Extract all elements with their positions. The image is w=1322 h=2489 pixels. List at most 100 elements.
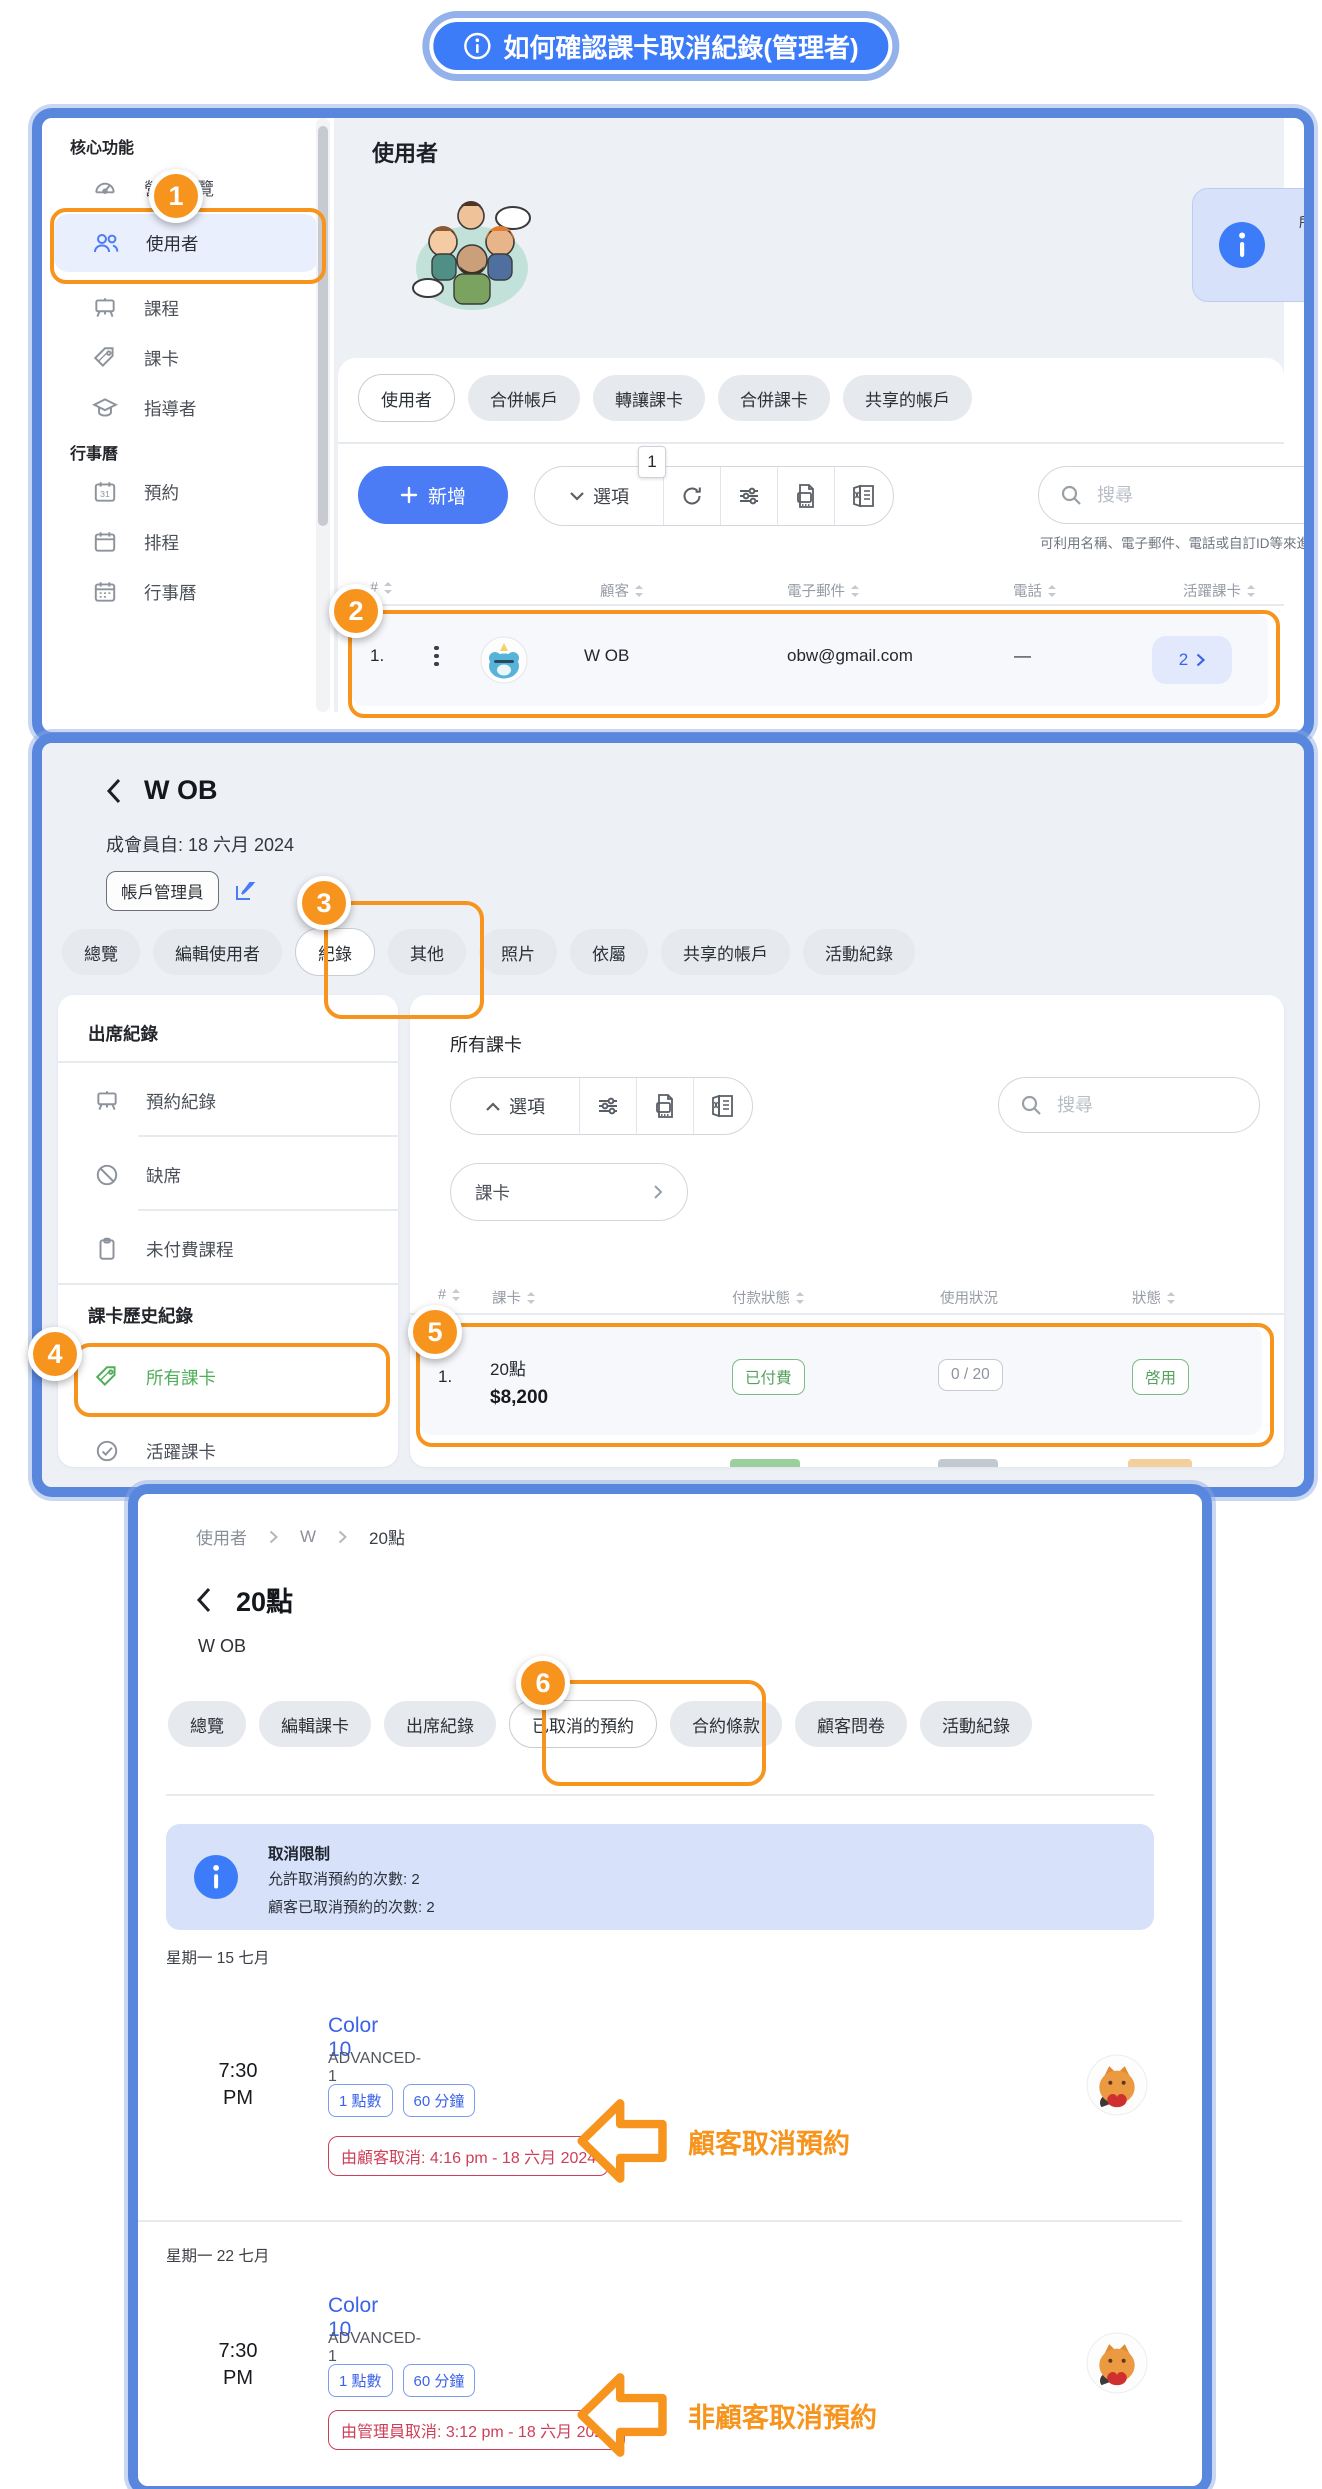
tab-transfer-passes[interactable]: 轉讓課卡 <box>593 375 705 421</box>
sidebar-item-passes[interactable]: 課卡 <box>92 336 179 380</box>
menu-item-booking-records[interactable]: 預約紀錄 <box>94 1079 216 1123</box>
divider <box>138 2220 1182 2222</box>
info-icon <box>463 32 491 60</box>
calendar-31-icon: 31 <box>92 479 118 505</box>
infobox-line1: 允許取消預約的次數: 2 <box>268 1868 420 1889</box>
add-button-label: 新增 <box>428 482 466 509</box>
tab-dependents[interactable]: 依屬 <box>570 929 648 975</box>
sidebar-item-calendar[interactable]: 行事曆 <box>92 570 197 614</box>
divider <box>138 1135 398 1137</box>
tab-shared-accounts[interactable]: 共享的帳戶 <box>843 375 972 421</box>
edit-icon[interactable] <box>233 879 257 903</box>
col-header-customer[interactable]: 顧客 <box>600 580 644 601</box>
tab-attendance-records[interactable]: 出席紀錄 <box>384 1701 496 1747</box>
tab-merge-accounts[interactable]: 合併帳戶 <box>468 375 580 421</box>
tab-customer-survey[interactable]: 顧客問卷 <box>795 1701 907 1747</box>
sidebar-item-schedule[interactable]: 排程 <box>92 520 179 564</box>
sidebar-item-label: 課程 <box>144 296 179 321</box>
divider <box>338 442 1284 444</box>
file-excel-icon <box>851 483 877 509</box>
col-header-payment[interactable]: 付款狀態 <box>732 1287 805 1308</box>
svg-text:31: 31 <box>100 489 110 499</box>
col-header-status[interactable]: 狀態 <box>1132 1287 1176 1308</box>
options-button[interactable]: 選項 <box>451 1078 580 1134</box>
sidebar-item-bookings[interactable]: 31 預約 <box>92 470 179 514</box>
info-icon <box>194 1855 238 1899</box>
tab-overview[interactable]: 總覽 <box>62 929 140 975</box>
annotation-arrow-left-icon <box>576 2368 670 2462</box>
passes-search-bar <box>998 1077 1260 1133</box>
menu-item-label: 預約紀錄 <box>146 1089 216 1114</box>
cancel-note-badge: 由顧客取消: 4:16 pm - 18 六月 2024 <box>328 2136 609 2176</box>
tab-users[interactable]: 使用者 <box>358 374 455 422</box>
sort-icon <box>526 1291 536 1305</box>
booking-chips: 1 點數 60 分鐘 <box>328 2084 475 2117</box>
passes-search-input[interactable] <box>1055 1094 1239 1117</box>
back-icon[interactable] <box>106 778 122 804</box>
section-attendance: 出席紀錄 <box>88 1021 158 1046</box>
pass-filter-label: 課卡 <box>475 1180 510 1205</box>
page-title: 使用者 <box>372 136 438 168</box>
chevron-right-icon <box>269 1530 278 1544</box>
points-chip: 1 點數 <box>328 2364 393 2397</box>
tab-merge-passes[interactable]: 合併課卡 <box>718 375 830 421</box>
callout-step-3: 3 <box>297 876 351 930</box>
back-icon[interactable] <box>196 1587 212 1613</box>
col-header-pass[interactable]: 課卡 <box>492 1287 536 1308</box>
col-header-usage[interactable]: 使用狀況 <box>940 1287 998 1308</box>
filter-button[interactable] <box>580 1078 637 1134</box>
stat-all-users-label: 所有使用者 <box>1299 211 1304 231</box>
breadcrumb-pass: 20點 <box>369 1524 405 1549</box>
tab-overview[interactable]: 總覽 <box>168 1701 246 1747</box>
tab-edit-user[interactable]: 編輯使用者 <box>153 929 282 975</box>
sort-icon <box>634 584 644 598</box>
chevron-up-icon <box>485 1101 501 1112</box>
refresh-button[interactable] <box>664 467 721 525</box>
users-stats-card: 所有使用者 63 顧客 54 <box>1192 188 1304 302</box>
callout-step-6: 6 <box>516 1656 570 1710</box>
breadcrumb-users[interactable]: 使用者 <box>196 1524 247 1549</box>
search-input[interactable] <box>1095 484 1304 507</box>
sidebar-item-classes[interactable]: 課程 <box>92 286 179 330</box>
col-header-email[interactable]: 電子郵件 <box>787 580 860 601</box>
file-csv-icon <box>653 1093 677 1119</box>
pass-owner: W OB <box>198 1636 246 1657</box>
menu-item-absences[interactable]: 缺席 <box>94 1153 181 1197</box>
divider <box>58 1061 398 1063</box>
tab-shared-accounts[interactable]: 共享的帳戶 <box>661 929 790 975</box>
filter-button[interactable] <box>721 467 778 525</box>
col-header-active-passes[interactable]: 活躍課卡 <box>1183 580 1256 601</box>
sidebar-item-label: 課卡 <box>144 346 179 371</box>
sort-icon <box>451 1288 461 1302</box>
sort-icon <box>1047 584 1057 598</box>
breadcrumb: 使用者 W 20點 <box>196 1524 405 1549</box>
menu-item-active-passes[interactable]: 活躍課卡 <box>94 1429 216 1467</box>
sliders-icon <box>596 1094 620 1118</box>
export-csv-button[interactable] <box>637 1078 694 1134</box>
menu-item-unpaid-classes[interactable]: 未付費課程 <box>94 1227 234 1271</box>
menu-item-label: 缺席 <box>146 1163 181 1188</box>
booking-date-header: 星期一 22 七月 <box>166 2244 269 2266</box>
tab-activity-log[interactable]: 活動紀錄 <box>920 1701 1032 1747</box>
next-row-badge-fragment <box>1128 1459 1192 1467</box>
role-badge: 帳戶管理員 <box>106 871 219 911</box>
sidebar-scrollbar-thumb[interactable] <box>318 126 328 526</box>
col-header-phone[interactable]: 電話 <box>1013 580 1057 601</box>
pass-filter-chip[interactable]: 課卡 <box>450 1163 688 1221</box>
tab-photos[interactable]: 照片 <box>479 929 557 975</box>
breadcrumb-user[interactable]: W <box>300 1527 316 1547</box>
export-csv-button[interactable] <box>778 467 835 525</box>
tab-activity-log[interactable]: 活動紀錄 <box>803 929 915 975</box>
cancellation-limit-infobox: 取消限制 允許取消預約的次數: 2 顧客已取消預約的次數: 2 <box>166 1824 1154 1930</box>
passes-toolbar-group: 選項 <box>450 1077 753 1135</box>
export-excel-button[interactable] <box>835 467 893 525</box>
col-header-index[interactable]: # <box>438 1287 461 1303</box>
sliders-icon <box>737 484 761 508</box>
export-excel-button[interactable] <box>694 1078 752 1134</box>
booking-time: 7:30 PM <box>198 2060 278 2110</box>
add-button[interactable]: 新增 <box>358 466 508 524</box>
table-toolbar-group: 選項 <box>534 466 894 526</box>
tab-edit-pass[interactable]: 編輯課卡 <box>259 1701 371 1747</box>
divider <box>338 604 1284 606</box>
sidebar-item-instructors[interactable]: 指導者 <box>92 386 197 430</box>
